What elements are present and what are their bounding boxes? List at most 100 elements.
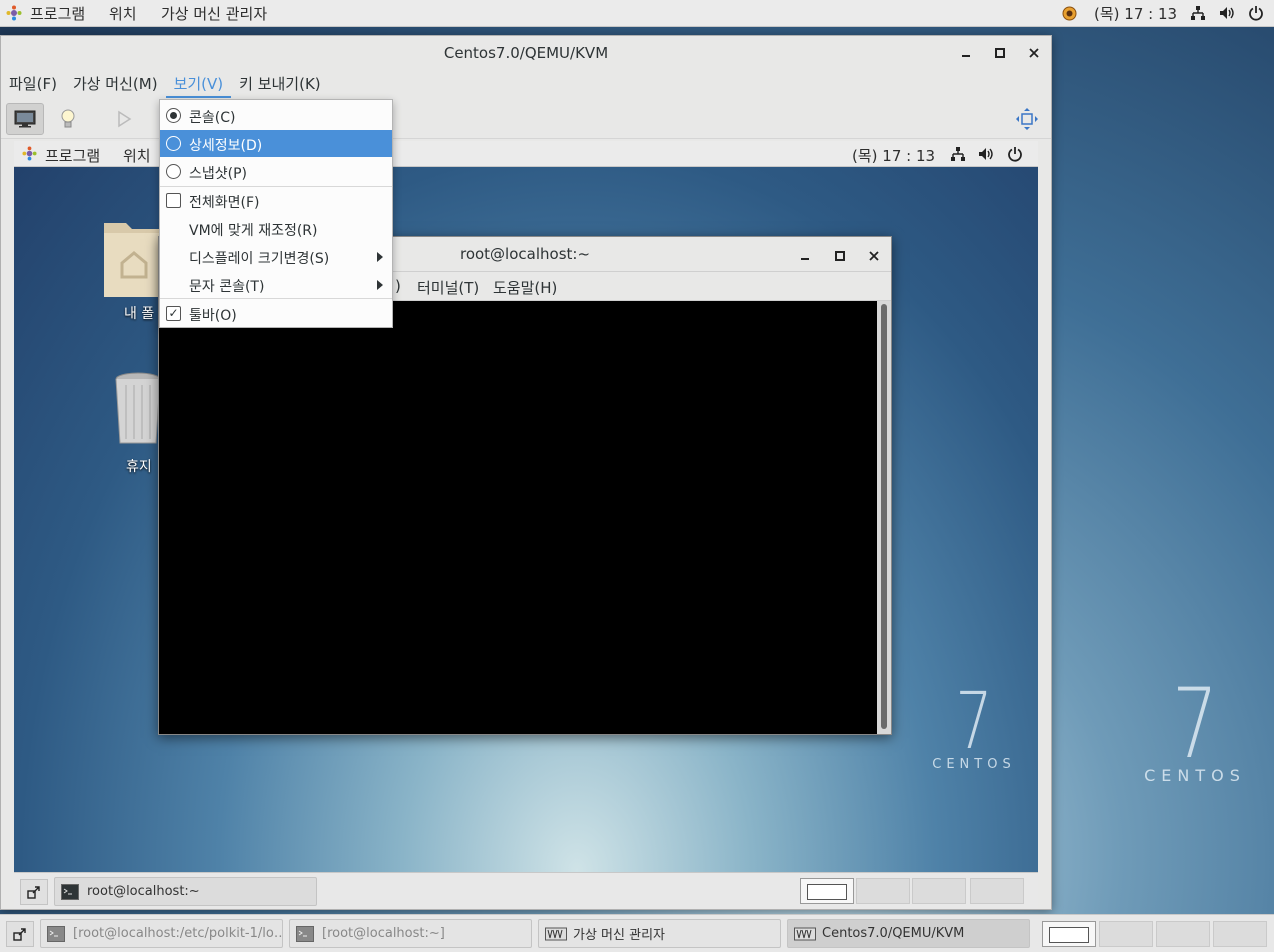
user-status-icon[interactable] [1062,6,1077,25]
virt-viewer-app-icon [794,927,816,941]
guest-watermark-number: 7 [955,677,993,767]
terminal-close-button[interactable] [869,247,879,265]
view-menu-fullscreen[interactable]: 전체화면(F) [160,187,392,214]
applications-menu[interactable]: 프로그램 [30,3,85,24]
guest-volume-icon[interactable] [978,146,994,166]
view-menu-toolbar-label: 툴바(O) [189,308,237,324]
guest-power-icon[interactable] [1007,146,1023,166]
terminal-menu-help[interactable]: 도움말(H) [493,277,557,298]
snapshots-radio [166,164,181,179]
desktop-home-folder-label: 내 폴 [124,306,155,322]
host-task-terminal-root[interactable]: [root@localhost:~] [289,919,532,948]
guest-centos-watermark: 7 CENTOS [922,683,1026,772]
view-menu-text-console[interactable]: 문자 콘솔(T) [160,271,392,298]
menu-virtual-machine[interactable]: 가상 머신(M) [65,70,166,98]
guest-workspace-4[interactable] [970,878,1024,904]
guest-workspace-2[interactable] [856,878,910,904]
viewer-menubar: 파일(F) 가상 머신(M) 보기(V) 키 보내기(K) [1,70,1051,98]
host-task-terminal-root-label: [root@localhost:~] [322,926,445,941]
applications-icon[interactable] [6,5,22,25]
viewer-title: Centos7.0/QEMU/KVM [443,44,609,62]
fullscreen-checkbox [166,193,181,208]
terminal-scrollbar[interactable] [877,301,891,734]
console-radio [166,108,181,123]
view-menu-scale-display[interactable]: 디스플레이 크기변경(S) [160,243,392,270]
host-workspace-1[interactable] [1042,921,1096,947]
desktop-trash-label: 휴지 [126,459,152,475]
guest-applications-menu[interactable]: 프로그램 [45,145,100,166]
host-task-vm-viewer-label: Centos7.0/QEMU/KVM [822,926,965,941]
host-task-vm-viewer[interactable]: Centos7.0/QEMU/KVM [787,919,1030,948]
host-task-terminal-polkit-label: [root@localhost:/etc/polkit-1/lo… [73,926,283,941]
view-menu-text-console-label: 문자 콘솔(T) [189,279,265,295]
virt-manager-app-icon [545,927,567,941]
host-centos-watermark: 7 CENTOS [1130,676,1260,785]
submenu-arrow-icon [377,280,383,290]
view-menu-details[interactable]: 상세정보(D) [160,130,392,157]
network-icon[interactable] [1190,5,1206,25]
host-task-virt-manager[interactable]: 가상 머신 관리자 [538,919,781,948]
host-task-virt-manager-label: 가상 머신 관리자 [573,928,665,943]
terminal-app-icon [61,883,79,900]
host-workspace-3[interactable] [1156,921,1210,947]
host-workspace-2[interactable] [1099,921,1153,947]
details-radio [166,136,181,151]
guest-show-desktop-icon[interactable] [20,879,48,905]
guest-clock[interactable]: (목) 17 : 13 [852,145,935,166]
details-lightbulb-icon[interactable] [49,103,87,135]
view-menu-dropdown: 콘솔(C) 상세정보(D) 스냅샷(P) 전체화면(F) VM에 맞게 재조정(… [159,99,393,328]
view-menu-details-label: 상세정보(D) [189,138,263,154]
terminal-app-icon [296,925,314,942]
guest-places-menu[interactable]: 위치 [123,145,151,166]
guest-network-icon[interactable] [950,146,966,166]
terminal-app-icon [47,925,65,942]
places-menu[interactable]: 위치 [109,3,137,24]
host-show-desktop-icon[interactable] [6,921,34,947]
guest-bottom-panel: root@localhost:~ [14,872,1038,909]
view-menu-resize-to-vm[interactable]: VM에 맞게 재조정(R) [160,215,392,242]
host-task-terminal-polkit[interactable]: [root@localhost:/etc/polkit-1/lo… [40,919,283,948]
run-icon[interactable] [105,103,143,135]
host-workspace-4[interactable] [1213,921,1267,947]
host-bottom-panel: [root@localhost:/etc/polkit-1/lo… [root@… [0,914,1274,952]
view-menu-console[interactable]: 콘솔(C) [160,102,392,129]
terminal-menu-terminal[interactable]: 터미널(T) [417,277,479,298]
terminal-minimize-button[interactable] [800,247,810,265]
power-icon[interactable] [1248,5,1264,25]
view-menu-toolbar[interactable]: ✓ 툴바(O) [160,300,392,327]
viewer-titlebar[interactable]: Centos7.0/QEMU/KVM [1,36,1051,70]
submenu-arrow-icon [377,252,383,262]
view-menu-resize-to-vm-label: VM에 맞게 재조정(R) [189,223,318,239]
virt-manager-menu[interactable]: 가상 머신 관리자 [161,3,267,24]
terminal-scroll-thumb[interactable] [881,304,887,729]
menu-view[interactable]: 보기(V) [165,70,232,98]
terminal-menu-partial[interactable]: ) [395,277,401,295]
home-folder-icon [102,213,162,303]
resize-to-vm-icon[interactable] [1008,103,1046,135]
host-watermark-number: 7 [1172,668,1218,780]
guest-task-terminal-label: root@localhost:~ [87,884,200,899]
host-top-panel: 프로그램 위치 가상 머신 관리자 (목) 17 : 13 [0,0,1274,27]
minimize-button[interactable] [955,43,977,63]
console-view-button[interactable] [6,103,44,135]
trash-icon [114,371,162,451]
terminal-title: root@localhost:~ [459,245,591,263]
guest-workspace-1[interactable] [800,878,854,904]
view-menu-snapshots[interactable]: 스냅샷(P) [160,158,392,185]
menu-separator [160,298,392,299]
toolbar-checkbox: ✓ [166,306,181,321]
view-menu-scale-display-label: 디스플레이 크기변경(S) [189,251,330,267]
host-clock[interactable]: (목) 17 : 13 [1094,3,1177,24]
guest-workspace-3[interactable] [912,878,966,904]
guest-applications-icon[interactable] [22,146,37,165]
menu-send-key[interactable]: 키 보내기(K) [231,70,329,98]
terminal-maximize-button[interactable] [835,247,845,265]
view-menu-snapshots-label: 스냅샷(P) [189,166,248,182]
menu-file[interactable]: 파일(F) [1,70,65,98]
volume-icon[interactable] [1219,5,1235,25]
view-menu-console-label: 콘솔(C) [189,110,236,126]
close-button[interactable] [1023,43,1045,63]
maximize-button[interactable] [989,43,1011,63]
view-menu-fullscreen-label: 전체화면(F) [189,195,260,211]
guest-task-terminal[interactable]: root@localhost:~ [54,877,317,906]
